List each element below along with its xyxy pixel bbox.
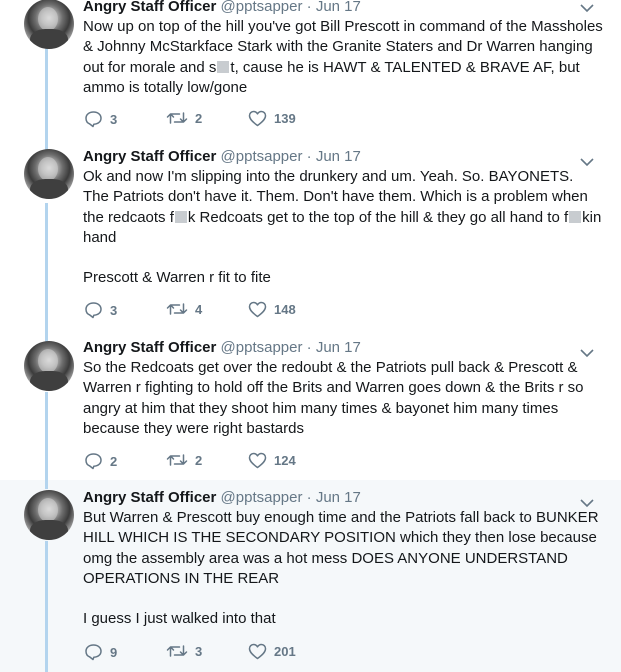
heart-icon: [248, 452, 267, 469]
like-count: 124: [274, 453, 296, 468]
tweet-header: Angry Staff Officer @pptsapper · Jun 17: [83, 148, 361, 166]
heart-icon: [248, 110, 267, 127]
handle[interactable]: @pptsapper: [221, 0, 303, 15]
tweet-text-segment: But Warren & Prescott buy enough time an…: [83, 509, 599, 587]
separator: ·: [306, 0, 312, 15]
like-button[interactable]: 124: [248, 452, 296, 469]
avatar[interactable]: [24, 490, 74, 540]
separator: ·: [306, 339, 312, 356]
chevron-down-icon[interactable]: [580, 0, 594, 18]
avatar[interactable]: [24, 149, 74, 199]
display-name[interactable]: Angry Staff Officer: [83, 339, 216, 356]
tweet-text: Now up on top of the hill you've got Bil…: [83, 17, 603, 98]
display-name[interactable]: Angry Staff Officer: [83, 0, 216, 15]
like-button[interactable]: 201: [248, 643, 296, 660]
retweet-icon: [166, 454, 188, 466]
handle[interactable]: @pptsapper: [221, 339, 303, 356]
retweet-count: 4: [195, 301, 203, 317]
tweet-header: Angry Staff Officer @pptsapper · Jun 17: [83, 0, 361, 16]
retweet-button[interactable]: 3: [166, 643, 202, 659]
tweet-4[interactable]: Angry Staff Officer @pptsapper · Jun 17 …: [0, 480, 621, 672]
reply-icon: [85, 644, 102, 661]
like-button[interactable]: 148: [248, 301, 296, 318]
retweet-icon: [166, 645, 188, 657]
reply-icon: [85, 302, 102, 319]
retweet-count: 2: [195, 452, 203, 468]
reply-button[interactable]: 3: [84, 301, 117, 319]
retweet-button[interactable]: 2: [166, 452, 202, 468]
tweet-text-segment: k Redcoats get to the top of the hill & …: [187, 208, 569, 226]
avatar[interactable]: [24, 341, 74, 391]
reply-icon: [85, 453, 102, 470]
reply-icon: [85, 111, 102, 128]
retweet-count: 2: [195, 110, 203, 126]
reply-count: 9: [110, 644, 118, 660]
retweet-icon: [166, 112, 188, 124]
reply-button[interactable]: 3: [84, 110, 117, 128]
tweet-header: Angry Staff Officer @pptsapper · Jun 17: [83, 339, 361, 357]
display-name[interactable]: Angry Staff Officer: [83, 148, 216, 165]
like-button[interactable]: 139: [248, 110, 296, 127]
separator: ·: [306, 489, 312, 506]
handle[interactable]: @pptsapper: [221, 148, 303, 165]
reply-count: 3: [110, 302, 118, 318]
like-count: 139: [274, 111, 296, 126]
tweet-text: But Warren & Prescott buy enough time an…: [83, 508, 603, 630]
timestamp[interactable]: Jun 17: [316, 148, 361, 165]
censor-mark: [174, 210, 187, 223]
avatar[interactable]: [24, 0, 74, 49]
censor-mark: [217, 60, 230, 73]
thread-line: [45, 392, 48, 480]
like-count: 201: [274, 644, 296, 659]
tweet-text-segment: Prescott & Warren r fit to fite: [83, 269, 271, 287]
like-count: 148: [274, 302, 296, 317]
tweet-text-segment: So the Redcoats get over the redoubt & t…: [83, 359, 584, 437]
tweet-3[interactable]: Angry Staff Officer @pptsapper · Jun 17 …: [0, 338, 621, 480]
thread-line: [45, 541, 48, 672]
handle[interactable]: @pptsapper: [221, 489, 303, 506]
thread-line: [45, 480, 48, 489]
reply-count: 3: [110, 111, 118, 127]
display-name[interactable]: Angry Staff Officer: [83, 489, 216, 506]
timestamp[interactable]: Jun 17: [316, 489, 361, 506]
timestamp[interactable]: Jun 17: [316, 0, 361, 15]
heart-icon: [248, 643, 267, 660]
heart-icon: [248, 301, 267, 318]
thread-line: [45, 203, 48, 338]
tweet-text: Ok and now I'm slipping into the drunker…: [83, 167, 603, 289]
separator: ·: [306, 148, 312, 165]
reply-button[interactable]: 9: [84, 643, 117, 661]
thread-line: [45, 48, 48, 158]
retweet-icon: [166, 303, 188, 315]
retweet-count: 3: [195, 643, 203, 659]
tweet-2[interactable]: Angry Staff Officer @pptsapper · Jun 17 …: [0, 147, 621, 338]
timestamp[interactable]: Jun 17: [316, 339, 361, 356]
censor-mark: [569, 210, 582, 223]
retweet-button[interactable]: 2: [166, 110, 202, 126]
tweet-text-segment: I guess I just walked into that: [83, 610, 276, 628]
tweet-text: So the Redcoats get over the redoubt & t…: [83, 358, 603, 439]
tweet-1[interactable]: Angry Staff Officer @pptsapper · Jun 17 …: [0, 0, 621, 158]
retweet-button[interactable]: 4: [166, 301, 202, 317]
reply-count: 2: [110, 453, 118, 469]
reply-button[interactable]: 2: [84, 452, 117, 470]
tweet-header: Angry Staff Officer @pptsapper · Jun 17: [83, 489, 361, 507]
